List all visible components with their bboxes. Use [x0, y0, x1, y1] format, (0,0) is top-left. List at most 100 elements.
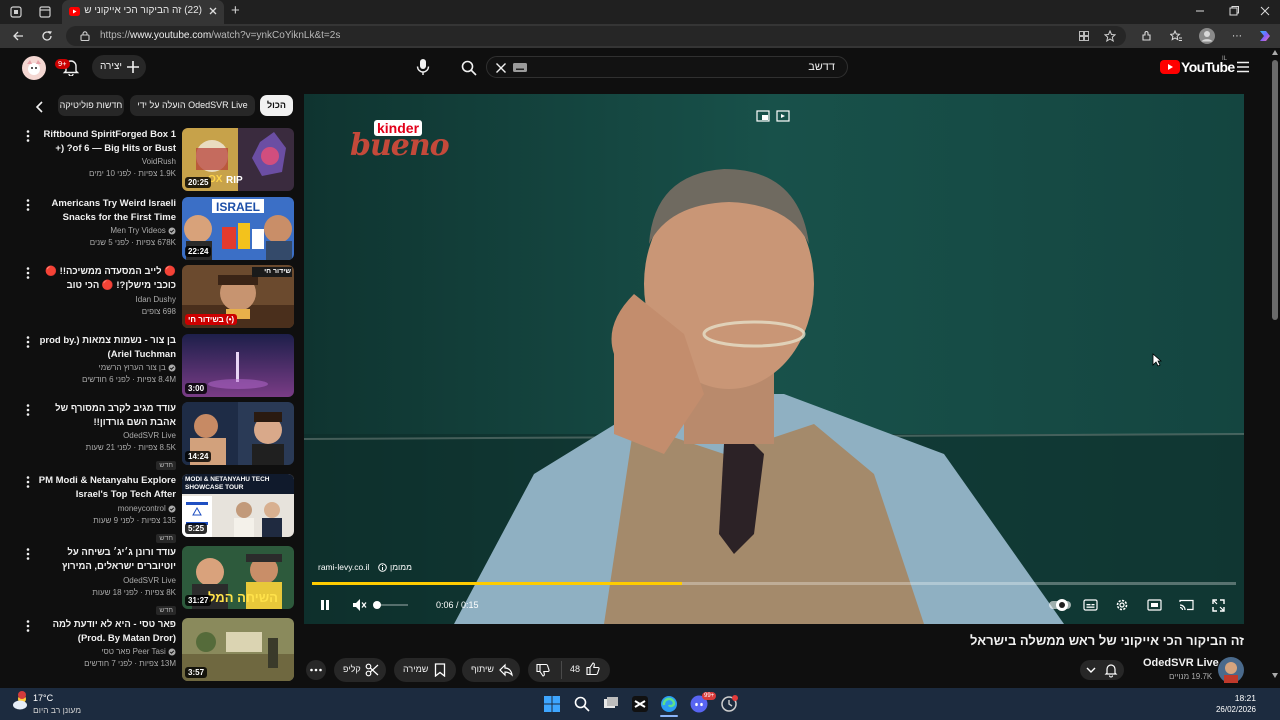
profile-avatar-icon[interactable] — [1199, 28, 1215, 44]
video-title[interactable]: PM Modi & Netanyahu Explore Israel's Top… — [36, 474, 176, 502]
channel-name[interactable]: moneycontrol — [36, 503, 176, 515]
list-item[interactable]: ISRAEL 22:24 Americans Try Weird Israeli… — [16, 197, 294, 261]
chip-all[interactable]: הכול — [260, 95, 293, 116]
video-thumbnail[interactable]: RIP OX 20:25 — [182, 128, 294, 191]
clip-button[interactable]: קליפ — [334, 658, 386, 682]
minimize-window-icon[interactable] — [1194, 5, 1206, 17]
app-available-icon[interactable] — [1078, 30, 1090, 42]
search-bar[interactable]: דדשב — [461, 56, 848, 78]
progress-bar[interactable] — [312, 582, 1236, 585]
cast-icon[interactable] — [1179, 599, 1194, 611]
copilot-icon[interactable] — [1257, 28, 1273, 44]
channel-name[interactable]: VoidRush — [36, 156, 176, 168]
taskbar-search-icon[interactable] — [574, 696, 590, 712]
weather-description[interactable]: מעונן רב היום — [33, 705, 81, 715]
restore-window-icon[interactable] — [1228, 5, 1240, 17]
close-window-icon[interactable] — [1259, 5, 1271, 17]
like-button[interactable] — [586, 662, 600, 676]
search-icon[interactable] — [461, 60, 477, 76]
video-thumbnail[interactable]: 3:57 — [182, 618, 294, 681]
share-button[interactable]: שיתוף — [462, 658, 520, 682]
workspaces-icon[interactable] — [10, 6, 22, 18]
miniplayer-icon[interactable] — [756, 110, 770, 122]
list-item[interactable]: 3:00 בן צור - נשמות צמאות (prod by. Arie… — [16, 334, 294, 398]
video-thumbnail[interactable]: MODI & NETANYAHU TECH SHOWCASE TOUR 5:25 — [182, 474, 294, 537]
create-button[interactable]: יצירה — [92, 55, 146, 79]
tab-actions-icon[interactable] — [39, 6, 51, 18]
settings-more-icon[interactable]: ⋯ — [1232, 31, 1243, 42]
cast-overlay-icon[interactable] — [776, 110, 790, 122]
channel-avatar[interactable] — [1218, 657, 1244, 683]
video-thumbnail[interactable]: 14:24 — [182, 402, 294, 465]
close-tab-icon[interactable] — [208, 6, 218, 16]
list-item[interactable]: 3:57 פאר טסי - היא לא יודעת למה (Prod. B… — [16, 618, 294, 682]
autoplay-toggle[interactable] — [1048, 598, 1072, 612]
scroll-down-icon[interactable] — [1272, 673, 1278, 678]
task-view-icon[interactable] — [603, 696, 619, 712]
subtitles-icon[interactable] — [1083, 599, 1098, 611]
site-info-icon[interactable] — [80, 31, 90, 41]
list-item[interactable]: 14:24 עודד מגיב לקרב המסורף של אהבת השם … — [16, 402, 294, 470]
volume-slider[interactable] — [373, 601, 408, 609]
weather-temperature[interactable]: 17°C — [33, 693, 53, 703]
more-actions-icon[interactable] — [26, 199, 30, 211]
video-title[interactable]: עודד מגיב לקרב המסורף של אהבת השם גורדון… — [36, 402, 176, 429]
video-title[interactable]: Riftbound SpiritForged Box 1 of 6 — Big … — [36, 128, 176, 155]
theater-mode-icon[interactable] — [1147, 599, 1162, 611]
save-button[interactable]: שמירה — [394, 658, 456, 682]
list-item[interactable]: שידור חי (•) בשידור חי 🔴 לייב המסעדה ממש… — [16, 265, 294, 329]
more-actions-icon[interactable] — [26, 548, 30, 560]
address-bar[interactable]: https://www.youtube.com/watch?v=ynkCoYik… — [66, 26, 1126, 46]
sponsor-link[interactable]: rami-levy.co.il — [318, 562, 369, 572]
search-input[interactable]: דדשב — [808, 61, 835, 73]
page-scrollbar[interactable] — [1270, 48, 1280, 688]
app-status-icon[interactable] — [720, 695, 738, 713]
more-actions-icon[interactable] — [26, 620, 30, 632]
video-title[interactable]: 🔴 לייב המסעדה ממשיכה!! 🔴 כוכבי מישלן?! 🔴… — [36, 265, 176, 293]
back-icon[interactable] — [12, 30, 24, 42]
guide-menu-icon[interactable] — [1236, 61, 1250, 73]
mute-button[interactable] — [352, 598, 368, 612]
channel-name[interactable]: Peer Tasi פאר טסי — [36, 646, 176, 658]
channel-name[interactable]: בן צור הערוץ הרשמי — [36, 362, 176, 374]
scroll-up-icon[interactable] — [1272, 50, 1278, 55]
dislike-button[interactable] — [536, 663, 550, 677]
subscription-options-button[interactable] — [1080, 660, 1124, 680]
more-actions-button[interactable] — [306, 660, 326, 680]
browser-tab-active[interactable]: (22) זה הביקור הכי אייקוני של ראש — [62, 0, 224, 24]
youtube-logo-icon[interactable] — [1160, 60, 1180, 74]
channel-name[interactable]: OdedSVR Live — [1143, 657, 1219, 669]
more-actions-icon[interactable] — [26, 267, 30, 279]
more-actions-icon[interactable] — [26, 130, 30, 142]
more-actions-icon[interactable] — [26, 476, 30, 488]
new-tab-button[interactable]: + — [231, 2, 240, 19]
chips-scroll-left-icon[interactable] — [35, 101, 45, 113]
video-thumbnail[interactable]: השיחה המל 31:27 — [182, 546, 294, 609]
voice-search-button[interactable] — [414, 57, 432, 77]
favorite-star-icon[interactable] — [1104, 30, 1116, 42]
chip-uploaded-by[interactable]: הועלה על ידי OdedSVR Live — [130, 95, 255, 116]
channel-name[interactable]: OdedSVR Live — [36, 575, 176, 587]
video-title[interactable]: עודד ורונן ג׳יג׳ בשיחה על יוטיוברים ישרא… — [36, 546, 176, 574]
clock-time[interactable]: 18:21 — [1235, 693, 1256, 703]
extensions-icon[interactable] — [1141, 30, 1153, 42]
video-title[interactable]: פאר טסי - היא לא יודעת למה (Prod. By Mat… — [36, 618, 176, 645]
capcut-icon[interactable] — [632, 696, 648, 712]
favorites-icon[interactable] — [1170, 30, 1182, 42]
refresh-icon[interactable] — [41, 30, 53, 42]
pause-button[interactable] — [318, 598, 332, 612]
channel-name[interactable]: Men Try Videos — [36, 225, 176, 237]
list-item[interactable]: השיחה המל 31:27 עודד ורונן ג׳יג׳ בשיחה ע… — [16, 546, 294, 615]
account-avatar[interactable] — [22, 56, 46, 80]
info-icon[interactable] — [378, 563, 387, 572]
more-actions-icon[interactable] — [26, 404, 30, 416]
keyboard-icon[interactable] — [513, 63, 527, 72]
windows-start-icon[interactable] — [544, 696, 560, 712]
video-thumbnail[interactable]: שידור חי (•) בשידור חי — [182, 265, 294, 328]
list-item[interactable]: RIP OX 20:25 Riftbound SpiritForged Box 1… — [16, 128, 294, 192]
clear-search-icon[interactable] — [495, 62, 507, 74]
settings-gear-icon[interactable] — [1115, 598, 1129, 612]
channel-name[interactable]: Idan Dushy — [36, 294, 176, 306]
scrollbar-thumb[interactable] — [1272, 60, 1278, 320]
volume-knob[interactable] — [373, 601, 381, 609]
